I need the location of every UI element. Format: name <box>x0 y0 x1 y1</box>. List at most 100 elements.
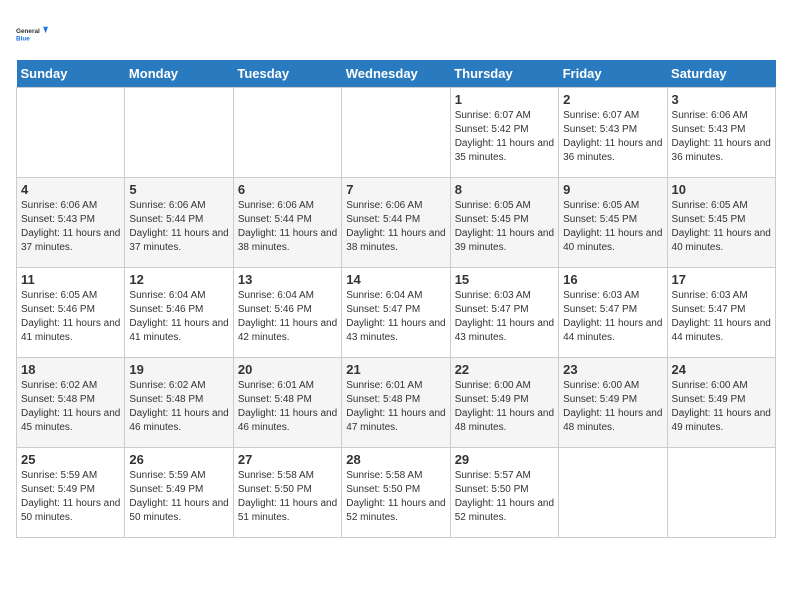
calendar-cell: 3 Sunrise: 6:06 AM Sunset: 5:43 PM Daylig… <box>667 88 775 178</box>
day-number: 26 <box>129 452 228 467</box>
day-number: 2 <box>563 92 662 107</box>
logo: General Blue <box>16 16 48 52</box>
week-row-3: 11 Sunrise: 6:05 AM Sunset: 5:46 PM Dayli… <box>17 268 776 358</box>
day-number: 25 <box>21 452 120 467</box>
day-number: 7 <box>346 182 445 197</box>
day-info: Sunrise: 6:03 AM Sunset: 5:47 PM Dayligh… <box>672 289 771 345</box>
calendar-cell: 23 Sunrise: 6:00 AM Sunset: 5:49 PM Dayli… <box>559 358 667 448</box>
calendar-cell: 12 Sunrise: 6:04 AM Sunset: 5:46 PM Dayli… <box>125 268 233 358</box>
day-info: Sunrise: 6:05 AM Sunset: 5:45 PM Dayligh… <box>563 199 662 255</box>
calendar-cell: 11 Sunrise: 6:05 AM Sunset: 5:46 PM Dayli… <box>17 268 125 358</box>
day-number: 16 <box>563 272 662 287</box>
day-info: Sunrise: 6:06 AM Sunset: 5:43 PM Dayligh… <box>672 109 771 165</box>
calendar-cell: 5 Sunrise: 6:06 AM Sunset: 5:44 PM Daylig… <box>125 178 233 268</box>
calendar-cell: 29 Sunrise: 5:57 AM Sunset: 5:50 PM Dayli… <box>450 448 558 538</box>
header-friday: Friday <box>559 60 667 88</box>
calendar-cell: 22 Sunrise: 6:00 AM Sunset: 5:49 PM Dayli… <box>450 358 558 448</box>
day-number: 12 <box>129 272 228 287</box>
day-info: Sunrise: 5:57 AM Sunset: 5:50 PM Dayligh… <box>455 469 554 525</box>
day-number: 9 <box>563 182 662 197</box>
day-info: Sunrise: 6:04 AM Sunset: 5:46 PM Dayligh… <box>129 289 228 345</box>
day-info: Sunrise: 6:06 AM Sunset: 5:44 PM Dayligh… <box>346 199 445 255</box>
day-info: Sunrise: 6:06 AM Sunset: 5:43 PM Dayligh… <box>21 199 120 255</box>
calendar-cell: 19 Sunrise: 6:02 AM Sunset: 5:48 PM Dayli… <box>125 358 233 448</box>
day-number: 22 <box>455 362 554 377</box>
calendar-cell <box>342 88 450 178</box>
day-number: 28 <box>346 452 445 467</box>
day-number: 20 <box>238 362 337 377</box>
header-monday: Monday <box>125 60 233 88</box>
calendar-header-row: SundayMondayTuesdayWednesdayThursdayFrid… <box>17 60 776 88</box>
day-info: Sunrise: 6:03 AM Sunset: 5:47 PM Dayligh… <box>563 289 662 345</box>
calendar-cell: 4 Sunrise: 6:06 AM Sunset: 5:43 PM Daylig… <box>17 178 125 268</box>
day-info: Sunrise: 6:00 AM Sunset: 5:49 PM Dayligh… <box>672 379 771 435</box>
day-info: Sunrise: 6:00 AM Sunset: 5:49 PM Dayligh… <box>563 379 662 435</box>
calendar-cell: 24 Sunrise: 6:00 AM Sunset: 5:49 PM Dayli… <box>667 358 775 448</box>
day-number: 23 <box>563 362 662 377</box>
svg-text:General: General <box>16 28 40 35</box>
header-wednesday: Wednesday <box>342 60 450 88</box>
day-info: Sunrise: 6:06 AM Sunset: 5:44 PM Dayligh… <box>238 199 337 255</box>
day-number: 29 <box>455 452 554 467</box>
day-info: Sunrise: 6:05 AM Sunset: 5:45 PM Dayligh… <box>455 199 554 255</box>
day-number: 19 <box>129 362 228 377</box>
calendar-cell: 20 Sunrise: 6:01 AM Sunset: 5:48 PM Dayli… <box>233 358 341 448</box>
day-info: Sunrise: 6:04 AM Sunset: 5:46 PM Dayligh… <box>238 289 337 345</box>
day-number: 27 <box>238 452 337 467</box>
day-number: 15 <box>455 272 554 287</box>
week-row-4: 18 Sunrise: 6:02 AM Sunset: 5:48 PM Dayli… <box>17 358 776 448</box>
header-thursday: Thursday <box>450 60 558 88</box>
week-row-2: 4 Sunrise: 6:06 AM Sunset: 5:43 PM Daylig… <box>17 178 776 268</box>
day-number: 17 <box>672 272 771 287</box>
day-number: 6 <box>238 182 337 197</box>
day-info: Sunrise: 5:58 AM Sunset: 5:50 PM Dayligh… <box>238 469 337 525</box>
header-tuesday: Tuesday <box>233 60 341 88</box>
calendar-cell: 16 Sunrise: 6:03 AM Sunset: 5:47 PM Dayli… <box>559 268 667 358</box>
day-info: Sunrise: 5:58 AM Sunset: 5:50 PM Dayligh… <box>346 469 445 525</box>
day-info: Sunrise: 5:59 AM Sunset: 5:49 PM Dayligh… <box>129 469 228 525</box>
calendar-cell: 25 Sunrise: 5:59 AM Sunset: 5:49 PM Dayli… <box>17 448 125 538</box>
day-info: Sunrise: 6:05 AM Sunset: 5:45 PM Dayligh… <box>672 199 771 255</box>
week-row-1: 1Sunrise: 6:07 AM Sunset: 5:42 PM Daylig… <box>17 88 776 178</box>
svg-text:Blue: Blue <box>16 35 30 42</box>
calendar-cell: 9 Sunrise: 6:05 AM Sunset: 5:45 PM Daylig… <box>559 178 667 268</box>
day-info: Sunrise: 6:04 AM Sunset: 5:47 PM Dayligh… <box>346 289 445 345</box>
day-info: Sunrise: 5:59 AM Sunset: 5:49 PM Dayligh… <box>21 469 120 525</box>
calendar-cell: 26 Sunrise: 5:59 AM Sunset: 5:49 PM Dayli… <box>125 448 233 538</box>
calendar-cell: 27 Sunrise: 5:58 AM Sunset: 5:50 PM Dayli… <box>233 448 341 538</box>
day-number: 5 <box>129 182 228 197</box>
calendar-cell: 1Sunrise: 6:07 AM Sunset: 5:42 PM Daylig… <box>450 88 558 178</box>
day-number: 4 <box>21 182 120 197</box>
calendar-cell <box>667 448 775 538</box>
day-number: 18 <box>21 362 120 377</box>
calendar-cell: 28 Sunrise: 5:58 AM Sunset: 5:50 PM Dayli… <box>342 448 450 538</box>
calendar-cell: 10 Sunrise: 6:05 AM Sunset: 5:45 PM Dayli… <box>667 178 775 268</box>
day-number: 1 <box>455 92 554 107</box>
calendar-cell <box>125 88 233 178</box>
week-row-5: 25 Sunrise: 5:59 AM Sunset: 5:49 PM Dayli… <box>17 448 776 538</box>
day-info: Sunrise: 6:07 AM Sunset: 5:43 PM Dayligh… <box>563 109 662 165</box>
day-info: Sunrise: 6:00 AM Sunset: 5:49 PM Dayligh… <box>455 379 554 435</box>
day-info: Sunrise: 6:06 AM Sunset: 5:44 PM Dayligh… <box>129 199 228 255</box>
day-number: 10 <box>672 182 771 197</box>
calendar-cell: 18Sunrise: 6:02 AM Sunset: 5:48 PM Dayli… <box>17 358 125 448</box>
header-saturday: Saturday <box>667 60 775 88</box>
calendar-cell: 2 Sunrise: 6:07 AM Sunset: 5:43 PM Daylig… <box>559 88 667 178</box>
day-number: 11 <box>21 272 120 287</box>
calendar-cell: 13 Sunrise: 6:04 AM Sunset: 5:46 PM Dayli… <box>233 268 341 358</box>
day-number: 14 <box>346 272 445 287</box>
day-info: Sunrise: 6:02 AM Sunset: 5:48 PM Dayligh… <box>129 379 228 435</box>
calendar-cell <box>559 448 667 538</box>
day-number: 24 <box>672 362 771 377</box>
day-number: 8 <box>455 182 554 197</box>
calendar-cell: 21Sunrise: 6:01 AM Sunset: 5:48 PM Dayli… <box>342 358 450 448</box>
day-number: 3 <box>672 92 771 107</box>
day-info: Sunrise: 6:01 AM Sunset: 5:48 PM Dayligh… <box>238 379 337 435</box>
calendar-cell: 17 Sunrise: 6:03 AM Sunset: 5:47 PM Dayli… <box>667 268 775 358</box>
day-info: Sunrise: 6:05 AM Sunset: 5:46 PM Dayligh… <box>21 289 120 345</box>
day-number: 13 <box>238 272 337 287</box>
header-sunday: Sunday <box>17 60 125 88</box>
day-number: 21 <box>346 362 445 377</box>
calendar-cell: 6 Sunrise: 6:06 AM Sunset: 5:44 PM Daylig… <box>233 178 341 268</box>
calendar-cell: 7 Sunrise: 6:06 AM Sunset: 5:44 PM Daylig… <box>342 178 450 268</box>
